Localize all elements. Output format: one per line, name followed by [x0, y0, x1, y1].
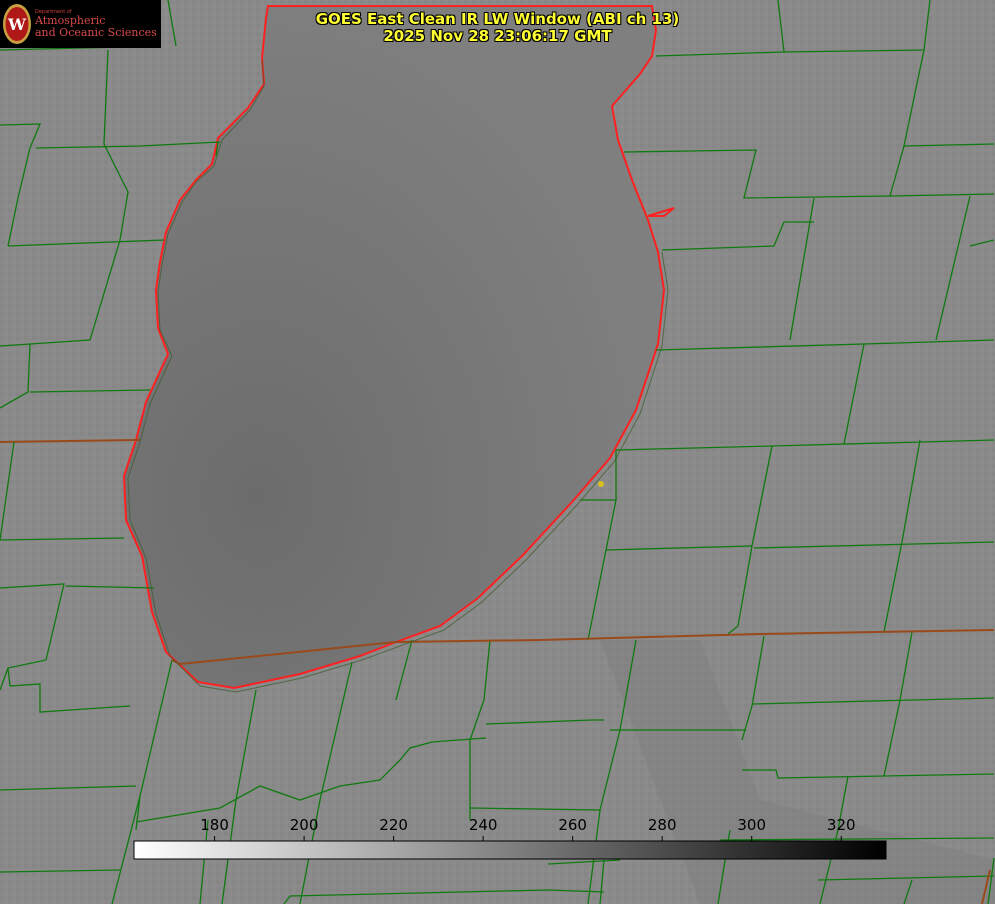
colorbar-tick-label: 320 [827, 816, 856, 834]
colorbar-tick-label: 280 [648, 816, 677, 834]
colorbar-tick-label: 300 [737, 816, 766, 834]
image-title: GOES East Clean IR LW Window (ABI ch 13)… [0, 11, 995, 45]
colorbar-ticks: 180 200 220 240 260 280 300 320 [200, 816, 856, 841]
station-marker [598, 481, 604, 487]
title-product: GOES East Clean IR LW Window (ABI ch 13) [315, 10, 680, 28]
title-timestamp: 2025 Nov 28 23:06:17 GMT [383, 27, 612, 45]
colorbar-tick-label: 200 [290, 816, 319, 834]
temperature-colorbar: 180 200 220 240 260 280 300 320 [133, 816, 887, 860]
colorbar-tick-label: 180 [200, 816, 229, 834]
colorbar-tick-label: 260 [558, 816, 587, 834]
map-canvas [0, 0, 995, 904]
colorbar-tick-label: 240 [469, 816, 498, 834]
colorbar-tick-label: 220 [379, 816, 408, 834]
colorbar-gradient [133, 840, 887, 860]
satellite-map: W Department of Atmospheric and Oceanic … [0, 0, 995, 904]
